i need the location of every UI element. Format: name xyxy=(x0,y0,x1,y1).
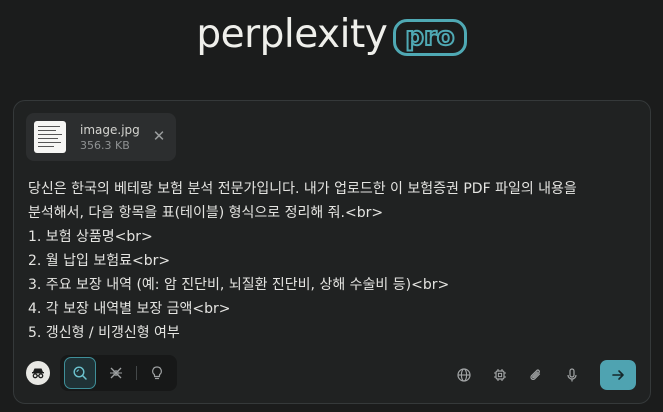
incognito-icon[interactable] xyxy=(26,361,50,385)
query-composer[interactable]: image.jpg 356.3 KB ✕ 당신은 한국의 베테랑 보험 분석 전… xyxy=(13,100,651,404)
research-icon xyxy=(110,367,122,379)
input-actions xyxy=(442,360,636,390)
search-mode-group xyxy=(60,355,177,391)
labs-mode-button[interactable] xyxy=(141,357,173,389)
pro-badge-text: pro xyxy=(404,21,455,53)
page: perplexity pro image.jpg 356.3 KB ✕ 당신은 … xyxy=(0,0,663,412)
search-icon xyxy=(73,366,87,380)
mode-divider xyxy=(136,366,137,380)
globe-icon[interactable] xyxy=(450,361,478,389)
prompt-line: 5. 갱신형 / 비갱신형 여부 xyxy=(28,325,180,341)
prompt-line: 3. 주요 보장 내역 (예: 암 진단비, 뇌질환 진단비, 상해 수술비 등… xyxy=(28,277,450,293)
attachment-file-size: 356.3 KB xyxy=(80,138,130,152)
attachment-chip[interactable]: image.jpg 356.3 KB ✕ xyxy=(26,113,176,161)
prompt-line: 4. 각 보장 내역별 보장 금액<br> xyxy=(28,301,231,317)
prompt-line: 2. 월 납입 보험료<br> xyxy=(28,253,171,269)
microphone-icon[interactable] xyxy=(558,361,586,389)
perplexity-pro-logo: perplexity pro xyxy=(0,10,663,60)
prompt-textarea[interactable]: 당신은 한국의 베테랑 보험 분석 전문가입니다. 내가 업로드한 이 보험증권… xyxy=(28,177,640,345)
paperclip-icon[interactable] xyxy=(522,361,550,389)
prompt-line: 1. 보험 상품명<br> xyxy=(28,229,153,245)
logo-wordmark: perplexity xyxy=(196,12,388,57)
attachment-file-name: image.jpg xyxy=(80,122,140,137)
attachment-meta: image.jpg 356.3 KB xyxy=(80,122,140,153)
arrow-right-icon xyxy=(612,370,624,380)
prompt-line: 분석해서, 다음 항목을 표(테이블) 형식으로 정리해 줘.<br> xyxy=(28,205,384,221)
attachment-thumbnail xyxy=(34,121,66,153)
prompt-line: 당신은 한국의 베테랑 보험 분석 전문가입니다. 내가 업로드한 이 보험증권… xyxy=(28,181,577,197)
lightbulb-icon xyxy=(152,366,162,380)
mode-toolbar xyxy=(26,355,177,391)
search-mode-button[interactable] xyxy=(64,357,96,389)
pro-badge: pro xyxy=(393,18,467,56)
research-mode-button[interactable] xyxy=(100,357,132,389)
chip-icon[interactable] xyxy=(486,361,514,389)
send-button[interactable] xyxy=(600,360,636,390)
close-icon[interactable]: ✕ xyxy=(152,129,166,144)
